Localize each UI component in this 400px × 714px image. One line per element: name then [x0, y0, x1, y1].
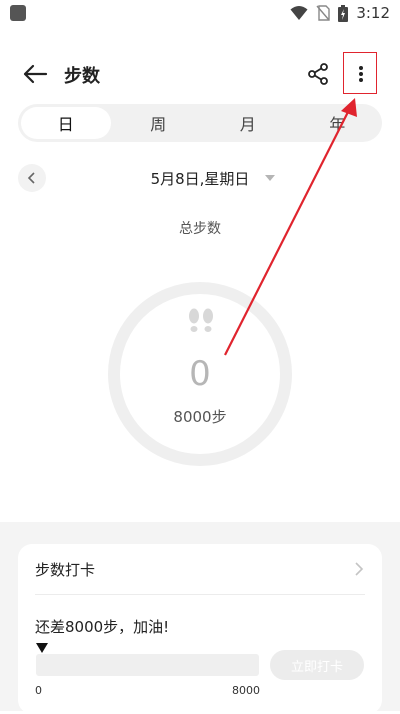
chevron-right-icon	[355, 562, 364, 576]
steps-count: 0	[189, 354, 211, 394]
total-steps-label: 总步数	[179, 221, 221, 237]
battery-charging-icon	[338, 4, 349, 22]
remaining-steps-text: 还差8000步，加油!	[35, 618, 170, 636]
date-selector: 5月8日,星期日	[18, 164, 382, 192]
more-options-button[interactable]	[343, 52, 377, 94]
progress-marker-icon	[36, 643, 48, 653]
page-title: 步数	[64, 66, 100, 87]
back-arrow-icon[interactable]	[22, 62, 48, 86]
notification-app-icon	[10, 5, 26, 21]
bottom-section: 步数打卡 还差8000步，加油! 0 8000 立即打卡	[0, 522, 400, 714]
footprints-icon	[189, 308, 213, 332]
tab-year[interactable]: 年	[293, 104, 383, 142]
no-sim-icon	[316, 5, 331, 21]
checkin-progress-bar	[36, 654, 259, 676]
status-time: 3:12	[356, 4, 390, 22]
app-header: 步数	[0, 52, 400, 96]
date-dropdown-icon[interactable]	[265, 175, 275, 181]
progress-min-label: 0	[35, 684, 42, 697]
period-tabs: 日 周 月 年	[18, 104, 382, 142]
tab-week[interactable]: 周	[114, 104, 204, 142]
selected-date[interactable]: 5月8日,星期日	[18, 168, 382, 189]
steps-ring: 0 8000步	[104, 278, 296, 470]
checkin-card: 步数打卡 还差8000步，加油! 0 8000 立即打卡	[18, 544, 382, 714]
steps-goal: 8000步	[173, 408, 227, 426]
tab-month[interactable]: 月	[203, 104, 293, 142]
progress-max-label: 8000	[232, 684, 260, 697]
share-icon[interactable]	[306, 62, 330, 86]
wifi-icon	[290, 6, 308, 20]
divider	[35, 594, 365, 595]
status-bar: 3:12	[0, 0, 400, 28]
tab-day[interactable]: 日	[21, 107, 111, 139]
checkin-now-button[interactable]: 立即打卡	[270, 650, 364, 680]
checkin-row[interactable]: 步数打卡	[18, 544, 382, 594]
checkin-title: 步数打卡	[35, 561, 96, 579]
